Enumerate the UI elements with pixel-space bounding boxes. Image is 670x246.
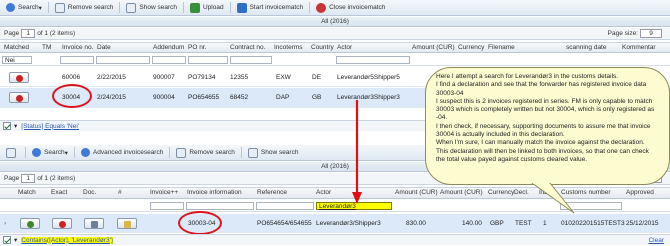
document-icon	[247, 147, 258, 158]
show-search-button-2[interactable]: Show search	[244, 146, 303, 159]
remove-icon	[16, 75, 23, 82]
col-matched[interactable]: Matched	[4, 44, 29, 51]
start-invoicematch-button[interactable]: Start invoicematch	[233, 1, 307, 14]
red-arrow	[352, 100, 362, 204]
col-scanning-date[interactable]: scanning date	[566, 44, 606, 51]
document-icon	[126, 2, 137, 13]
col-country[interactable]: Country	[311, 44, 334, 51]
col-currency[interactable]: Currency	[458, 44, 484, 51]
col-currency-2[interactable]: Currency	[488, 189, 514, 196]
unmatch-button[interactable]	[9, 92, 29, 103]
invoice-plus-filter[interactable]	[150, 202, 184, 210]
page-size-select[interactable]: 9	[640, 29, 662, 38]
col-amount[interactable]: Amount (CUR)	[412, 44, 455, 51]
contract-filter[interactable]	[230, 56, 272, 64]
col-tm[interactable]: TM	[42, 44, 51, 51]
page-input[interactable]: 1	[21, 29, 36, 38]
col-filename[interactable]: Filename	[488, 44, 515, 51]
unmatch-button[interactable]	[9, 72, 29, 83]
col-incoterms[interactable]: Incoterms	[274, 44, 303, 51]
remove-search-button-2[interactable]: Remove search	[172, 146, 239, 159]
edit-button[interactable]	[117, 218, 137, 229]
filter-enabled-checkbox-2[interactable]	[3, 236, 11, 244]
exact-button[interactable]	[52, 218, 72, 229]
grid-title: All (2016)	[0, 17, 670, 27]
filter-remove-icon	[176, 147, 187, 158]
col-po[interactable]: PO nr.	[188, 44, 206, 51]
filter-enabled-checkbox[interactable]	[3, 122, 11, 130]
callout-line: This declaration will then be linked to …	[436, 147, 649, 163]
col-kommentar[interactable]: Kommentar	[622, 44, 656, 51]
callout-line: I then check, if necessary, supporting d…	[436, 122, 651, 139]
search-button-2[interactable]: Search ▾	[28, 146, 72, 159]
col-invoice-plus[interactable]: Invoice++	[150, 189, 178, 196]
check-icon	[27, 221, 34, 228]
callout-line: I suspect this is 2 invoices registered …	[436, 97, 655, 122]
po-filter[interactable]	[188, 56, 228, 64]
col-invoice[interactable]: Invoice no.	[62, 44, 93, 51]
match-button[interactable]	[20, 218, 40, 229]
filter-expression-link-2[interactable]: Contains([Actor], 'Leverandør3')	[21, 236, 113, 244]
search-icon	[32, 148, 41, 157]
refresh-button[interactable]	[2, 146, 23, 159]
col-addendum[interactable]: Addendum	[153, 44, 184, 51]
col-match[interactable]: Match	[18, 189, 36, 196]
show-search-button[interactable]: Show search	[122, 1, 181, 14]
pager: Page 1 of 1 (2 items) Page size: 9	[0, 28, 670, 40]
envelope-icon	[91, 221, 98, 228]
close-icon	[316, 2, 327, 13]
col-actor[interactable]: Actor	[337, 44, 352, 51]
col-amount-2[interactable]: Amount (CUR)	[440, 189, 483, 196]
remove-search-button[interactable]: Remove search	[51, 1, 118, 14]
search-icon	[6, 3, 15, 12]
close-invoicematch-button[interactable]: Close invoicematch	[312, 1, 389, 14]
search-button[interactable]: Search ▾	[2, 1, 46, 14]
upload-icon	[189, 2, 200, 13]
advanced-search-button[interactable]: Advanced invoicesearch	[77, 146, 167, 159]
remove-icon	[16, 95, 23, 102]
page-input-2[interactable]: 1	[21, 174, 36, 183]
highlight-oval	[178, 211, 222, 235]
edit-icon	[124, 221, 131, 228]
grid2-filter-status: ▾ Contains([Actor], 'Leverandør3') Clear	[0, 234, 670, 245]
callout-line: I find a declaration and see that the fo…	[436, 81, 647, 97]
col-actor-2[interactable]: Actor	[316, 189, 331, 196]
annotation-callout: Here I attempt a search for Leverandør3 …	[425, 67, 670, 185]
col-amount-1[interactable]: Amount (CUR)	[395, 189, 438, 196]
highlight-oval	[52, 84, 92, 108]
col-doc[interactable]: Doc.	[83, 189, 96, 196]
col-date[interactable]: Date	[97, 44, 111, 51]
col-contract[interactable]: Contract no.	[230, 44, 265, 51]
invoice-filter[interactable]	[60, 56, 94, 64]
callout-line: Here I attempt a search for Leverandør3 …	[436, 73, 619, 80]
filter-remove-icon	[54, 2, 65, 13]
main-toolbar: Search ▾ Remove search Show search Uploa…	[0, 0, 670, 16]
document-button[interactable]	[84, 218, 104, 229]
filter-expression-link[interactable]: [Status] Equals 'Nei'	[21, 123, 79, 130]
col-invoice-info[interactable]: Invoice information	[187, 189, 242, 196]
col-decl[interactable]: Decl.	[514, 189, 529, 196]
matched-filter[interactable]: Nei	[2, 56, 32, 64]
callout-line: When I'm sure, I can manually match the …	[436, 139, 645, 147]
grid1-header: Matched TM Invoice no. Date Addendum PO …	[0, 42, 670, 53]
refresh-icon	[6, 147, 16, 158]
search-icon	[80, 148, 90, 157]
upload-button[interactable]: Upload	[186, 1, 228, 14]
actor-filter[interactable]	[336, 56, 410, 64]
col-approved[interactable]: Approved	[626, 189, 654, 196]
invoice-info-filter[interactable]	[186, 202, 254, 210]
col-reference[interactable]: Reference	[257, 189, 287, 196]
date-filter[interactable]	[96, 56, 150, 64]
play-icon	[236, 2, 247, 13]
clear-filter-link[interactable]: Clear	[648, 237, 664, 244]
col-exact[interactable]: Exact	[51, 189, 67, 196]
remove-icon	[59, 221, 66, 228]
callout-tail	[531, 183, 575, 214]
col-hash[interactable]: #	[118, 189, 122, 196]
reference-filter[interactable]	[256, 202, 314, 210]
grid1-filter-row: Nei	[0, 54, 670, 66]
table-row[interactable]: › 30003-04 PO654654/654655 Leverandør3/S…	[0, 214, 670, 233]
addendum-filter[interactable]	[152, 56, 186, 64]
